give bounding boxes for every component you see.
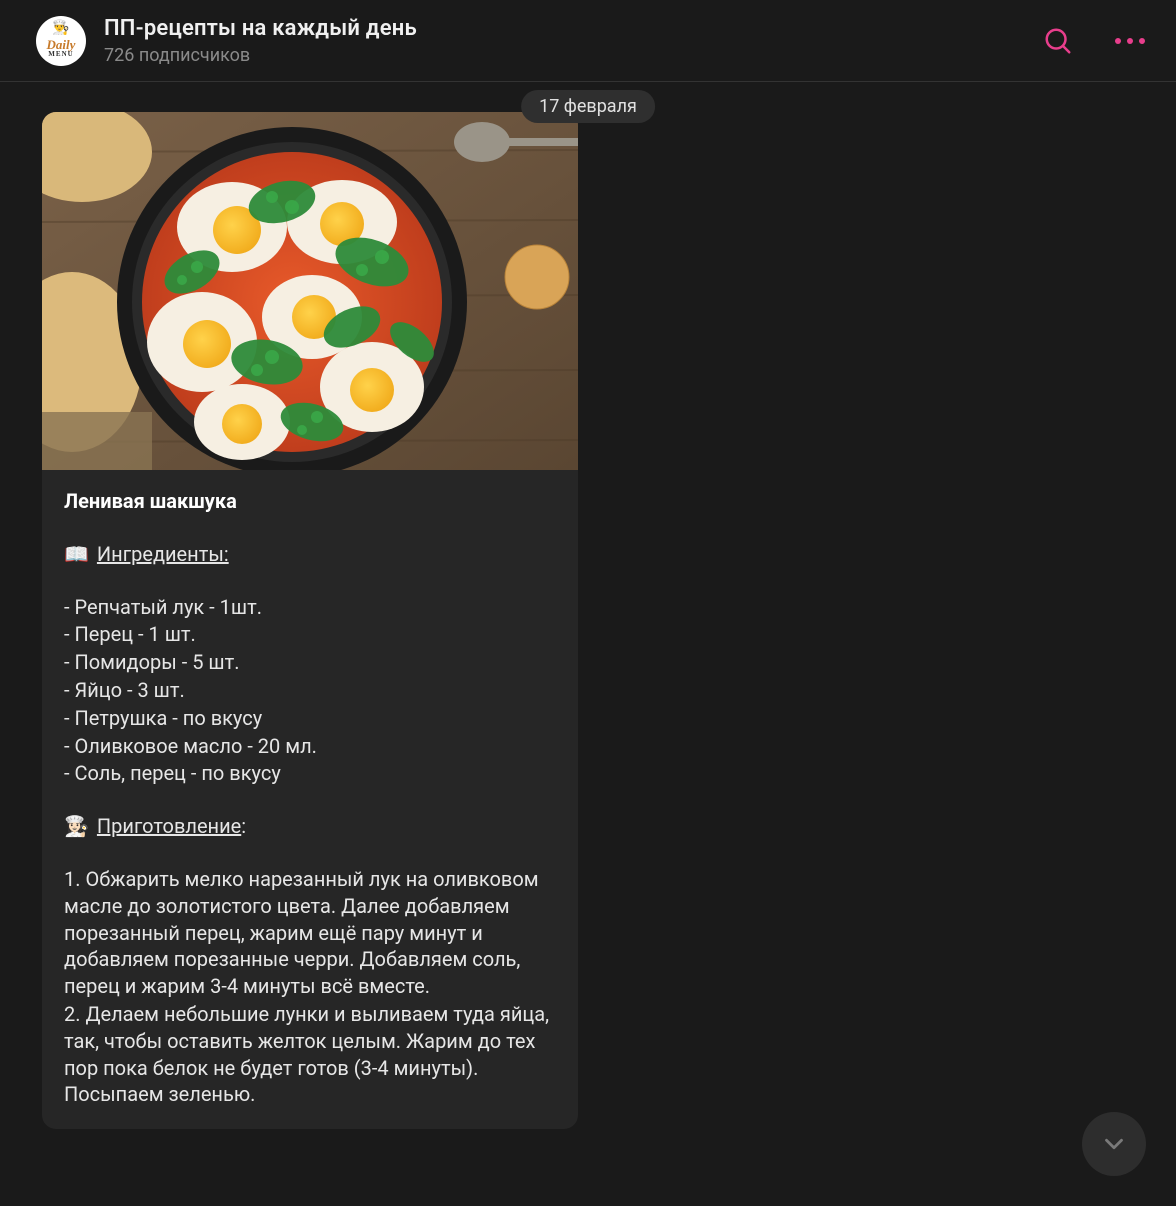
ingredients-label: Ингредиенты: (97, 541, 229, 568)
search-icon (1043, 26, 1073, 56)
recipe-title: Ленивая шакшука (64, 488, 556, 515)
steps-list: 1. Обжарить мелко нарезанный лук на олив… (64, 866, 556, 1108)
list-item: - Петрушка - по вкусу (64, 705, 556, 732)
list-item: - Соль, перец - по вкусу (64, 760, 556, 787)
scroll-down-button[interactable] (1082, 1112, 1146, 1176)
colon: : (241, 814, 246, 838)
message-body: Ленивая шакшука 📖 Ингредиенты: - Репчаты… (42, 470, 578, 1129)
message-bubble[interactable]: Ленивая шакшука 📖 Ингредиенты: - Репчаты… (42, 112, 578, 1129)
list-item: - Оливковое масло - 20 мл. (64, 733, 556, 760)
date-chip[interactable]: 17 февраля (521, 90, 655, 123)
chef-icon: 👩🏻‍🍳 (64, 813, 89, 840)
preparation-label: Приготовление (97, 814, 241, 838)
channel-title-block[interactable]: ПП-рецепты на каждый день 726 подписчико… (104, 16, 1042, 66)
header-actions (1042, 25, 1156, 57)
list-item: - Репчатый лук - 1шт. (64, 594, 556, 621)
list-item: - Яйцо - 3 шт. (64, 677, 556, 704)
recipe-image[interactable] (42, 112, 578, 470)
channel-avatar[interactable]: 👨‍🍳 Daily MENU (36, 16, 86, 66)
list-item: 2. Делаем небольшие лунки и выливаем туд… (64, 1001, 556, 1108)
search-button[interactable] (1042, 25, 1074, 57)
subscriber-count: 726 подписчиков (104, 45, 1042, 66)
ingredients-list: - Репчатый лук - 1шт. - Перец - 1 шт. - … (64, 594, 556, 788)
ingredients-heading: 📖 Ингредиенты: (64, 541, 556, 568)
list-item: - Перец - 1 шт. (64, 621, 556, 648)
channel-title: ПП-рецепты на каждый день (104, 16, 1042, 41)
chef-hat-icon: 👨‍🍳 (52, 20, 69, 36)
more-button[interactable] (1114, 25, 1146, 57)
list-item: 1. Обжарить мелко нарезанный лук на олив… (64, 866, 556, 1000)
more-icon (1115, 38, 1145, 44)
chevron-down-icon (1099, 1129, 1129, 1159)
book-icon: 📖 (64, 541, 89, 568)
preparation-heading: 👩🏻‍🍳 Приготовление: (64, 813, 556, 840)
chat-header: 👨‍🍳 Daily MENU ПП-рецепты на каждый день… (0, 0, 1176, 82)
list-item: - Помидоры - 5 шт. (64, 649, 556, 676)
